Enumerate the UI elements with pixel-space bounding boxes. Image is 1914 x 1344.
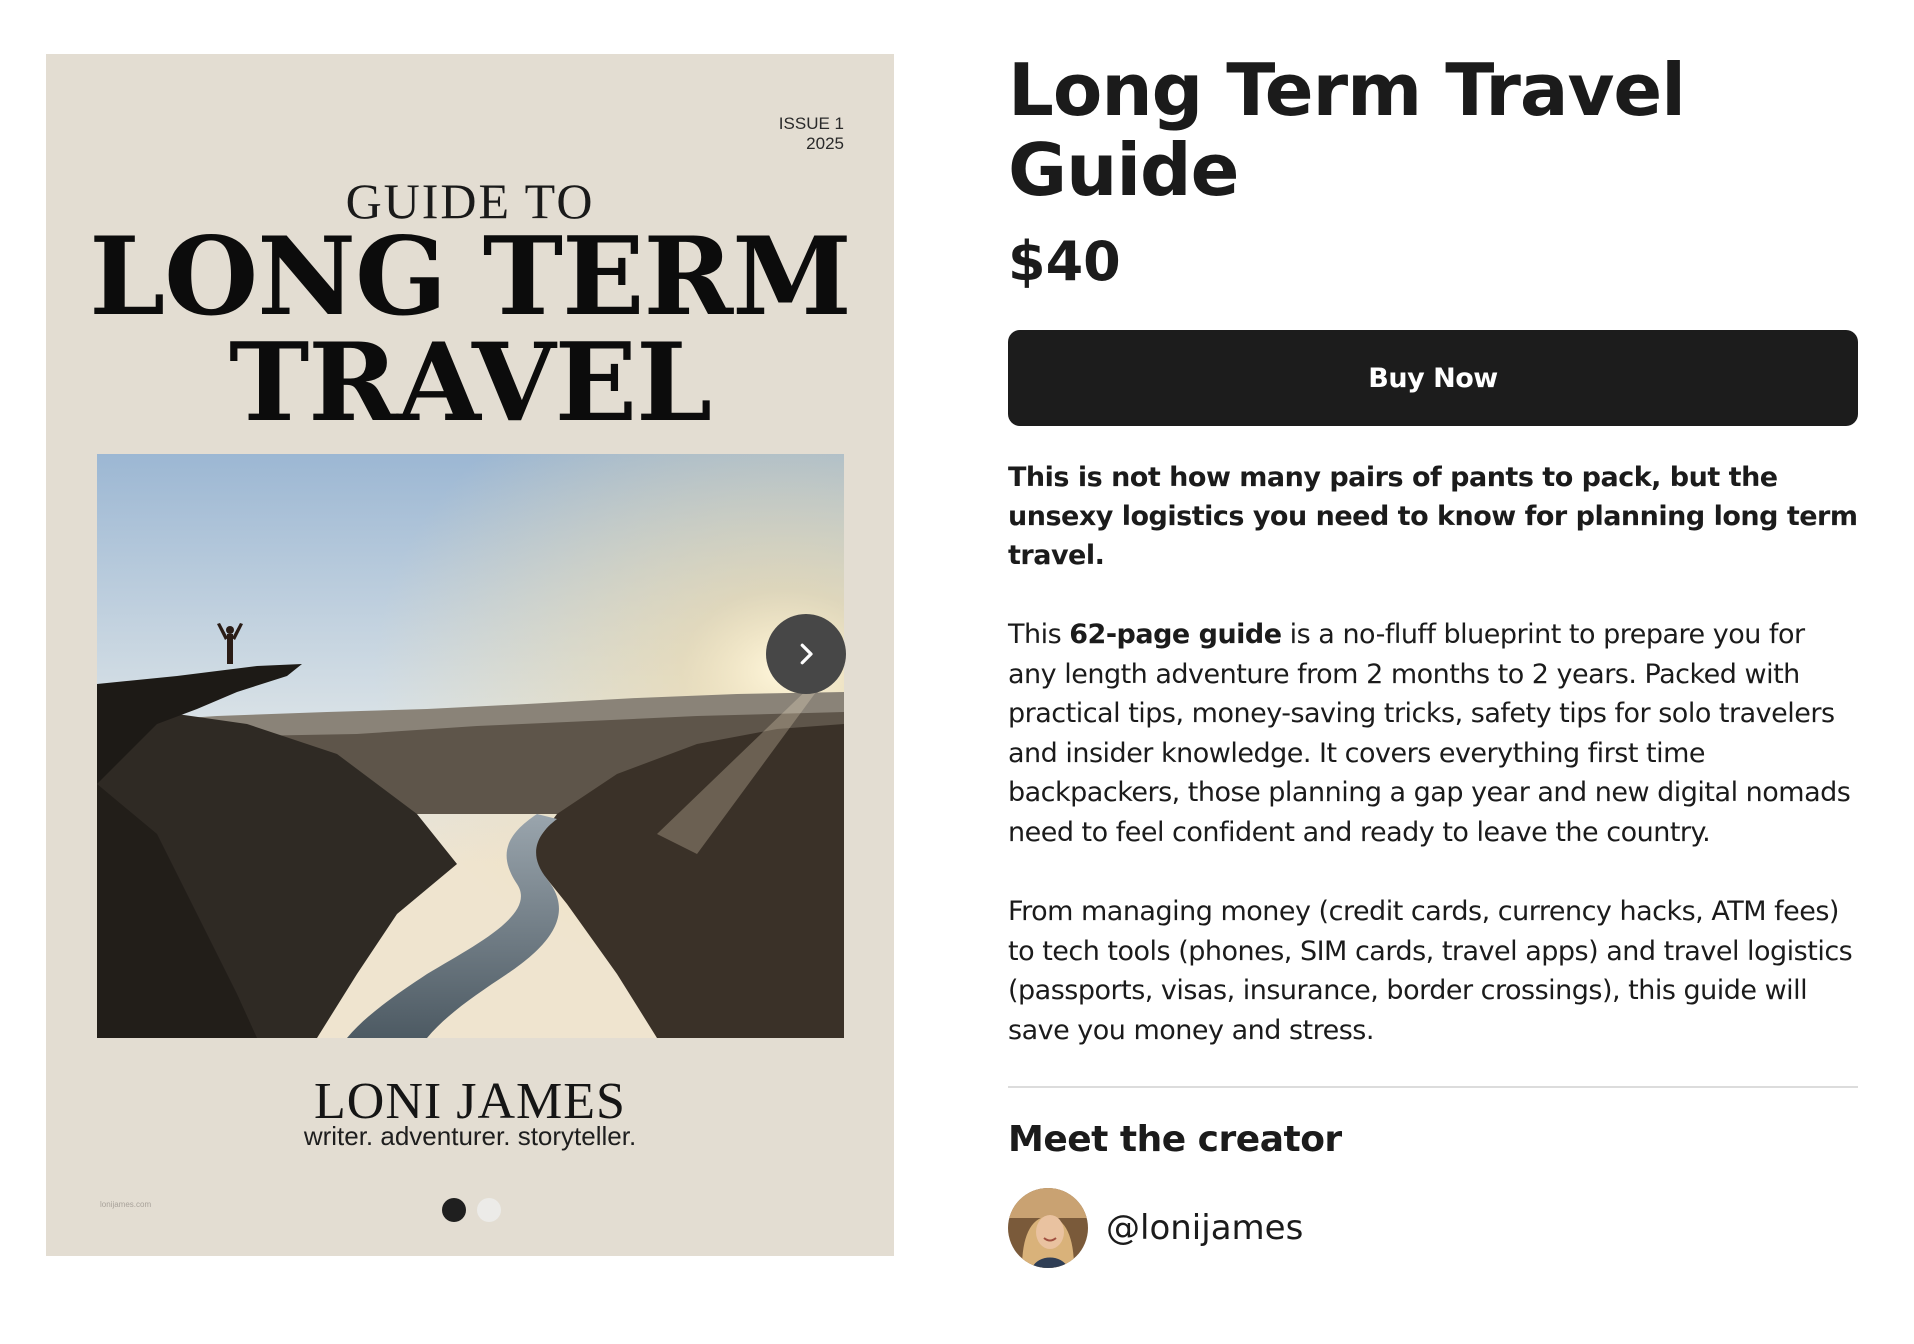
product-details: Long Term Travel Guide $40 Buy Now This … (1008, 50, 1858, 1268)
product-title: Long Term Travel Guide (1008, 48, 1686, 212)
description-prefix: This (1008, 619, 1070, 650)
description-highlight: 62-page guide (1069, 619, 1282, 650)
creator-profile-link[interactable]: @lonijames (1008, 1188, 1858, 1268)
issue-label: ISSUE 1 2025 (779, 114, 844, 154)
section-divider (1008, 1086, 1858, 1088)
carousel-dot-1[interactable] (442, 1198, 466, 1222)
issue-year: 2025 (806, 134, 844, 153)
creator-heading: Meet the creator (1008, 1119, 1342, 1160)
buy-now-button[interactable]: Buy Now (1008, 330, 1858, 426)
cover-title-line1: LONG TERM (89, 214, 852, 340)
product-cover-carousel: ISSUE 1 2025 GUIDE TO LONG TERM TRAVEL L… (46, 54, 894, 1256)
carousel-dot-2[interactable] (477, 1198, 501, 1222)
cover-site-url: lonijames.com (100, 1200, 152, 1209)
next-slide-button[interactable] (766, 614, 846, 694)
product-intro: This is not how many pairs of pants to p… (1008, 462, 1858, 571)
cover-title: LONG TERM TRAVEL (46, 214, 894, 446)
description-body: is a no-fluff blueprint to prepare you f… (1008, 619, 1851, 848)
landscape-photo (97, 454, 844, 1038)
product-page: ISSUE 1 2025 GUIDE TO LONG TERM TRAVEL L… (0, 0, 1914, 1344)
cover-author-tagline: writer. adventurer. storyteller. (303, 1121, 637, 1151)
product-description: This 62-page guide is a no-fluff bluepri… (1008, 615, 1858, 852)
carousel-dots (442, 1198, 501, 1222)
product-description-2: From managing money (credit cards, curre… (1008, 896, 1853, 1046)
avatar[interactable] (1008, 1188, 1088, 1268)
product-price: $40 (1008, 230, 1121, 293)
chevron-right-icon (800, 643, 813, 665)
issue-number: ISSUE 1 (778, 114, 844, 133)
creator-handle[interactable]: @lonijames (1106, 1208, 1303, 1248)
cover-title-line2: TRAVEL (228, 320, 712, 446)
